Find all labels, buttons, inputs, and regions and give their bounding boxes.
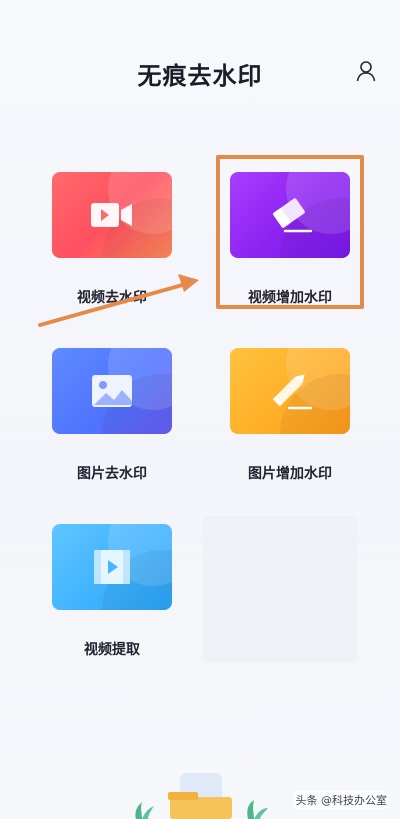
image-remove-watermark-label[interactable]: 图片去水印 <box>37 463 187 483</box>
pencil-icon <box>272 374 313 410</box>
eraser-icon <box>273 198 313 233</box>
app-title: 无痕去水印 <box>137 62 263 90</box>
image-add-watermark-tile[interactable] <box>230 348 350 434</box>
image-icon <box>92 375 132 407</box>
user-profile-button[interactable] <box>354 58 378 84</box>
video-extract-label[interactable]: 视频提取 <box>37 639 187 659</box>
video-camera-icon <box>91 203 132 227</box>
watermark-text: 头条 @科技办公室 <box>292 791 390 809</box>
person-icon <box>356 61 376 82</box>
empty-placeholder-card <box>203 516 357 662</box>
image-remove-watermark-tile[interactable] <box>52 348 172 434</box>
video-extract-tile[interactable] <box>52 524 172 610</box>
image-add-watermark-label[interactable]: 图片增加水印 <box>215 463 365 483</box>
bottom-illustration <box>135 773 268 819</box>
video-remove-watermark-tile[interactable] <box>52 172 172 258</box>
video-remove-watermark-label[interactable]: 视频去水印 <box>37 287 187 307</box>
film-play-icon <box>94 550 130 584</box>
